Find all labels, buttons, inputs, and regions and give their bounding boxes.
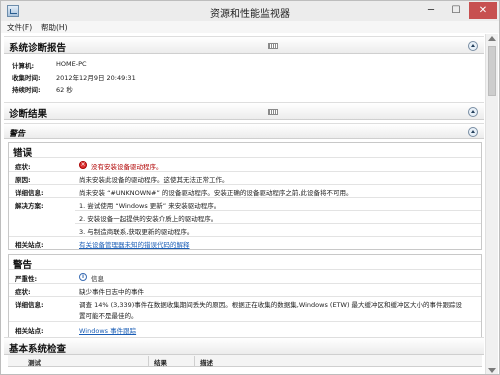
results-title: 诊断结果 — [9, 109, 48, 120]
duration-label: 持续时间: — [12, 86, 41, 94]
scroll-down-icon[interactable] — [488, 368, 496, 373]
warning-box: 警告 严重性: i 信息 症状: 缺少事件日志中的事件 详细信息: 调查 14%… — [8, 254, 482, 346]
column-test[interactable]: 测试 — [28, 357, 41, 367]
scroll-up-icon[interactable] — [488, 36, 496, 41]
menu-file[interactable]: 文件(F) — [7, 22, 32, 33]
divider — [9, 321, 481, 322]
resolution-label: 解决方案: — [15, 202, 44, 210]
divider — [9, 283, 481, 284]
divider — [9, 236, 481, 237]
resolution-step-2: 2. 安装设备一起提供的安装介质上的驱动程序。 — [79, 215, 218, 223]
report-header[interactable]: 系统诊断报告 — [4, 36, 484, 54]
related-link[interactable]: Windows 事件跟踪 — [79, 325, 136, 335]
cause-value: 尚未安装此设备的驱动程序。这使其无法正常工作。 — [79, 176, 229, 184]
computer-value: HOME-PC — [56, 60, 87, 68]
column-divider — [148, 356, 149, 366]
maximize-button[interactable]: ☐ — [444, 2, 468, 19]
basic-checks-header[interactable]: 基本系统检查 — [4, 337, 484, 355]
collapse-icon[interactable] — [468, 127, 478, 137]
details-value-line1: 调查 14% (3,339)事件在数据收集期间丢失的原因。根据正在收集的数据集,… — [79, 301, 463, 309]
column-description[interactable]: 描述 — [200, 357, 213, 367]
symptom-label: 症状: — [15, 163, 31, 171]
details-value-line2: 置可能不是最佳的。 — [79, 312, 138, 320]
severity-value: 信息 — [91, 275, 104, 283]
grip-icon — [268, 109, 278, 115]
collapse-icon[interactable] — [468, 107, 478, 117]
cause-label: 原因: — [15, 176, 31, 184]
report-content: 系统诊断报告 计算机: HOME-PC 收集时间: 2012年12月9日 20:… — [4, 34, 484, 374]
details-label: 详细信息: — [15, 189, 44, 197]
resource-monitor-window: 资源和性能监视器 ─ ☐ ✕ 文件(F) 帮助(H) 系统诊断报告 计算机: H… — [0, 0, 500, 375]
related-label: 相关站点: — [15, 327, 44, 335]
basic-checks-table-header: 测试 结果 描述 — [8, 355, 482, 367]
minimize-button[interactable]: ─ — [419, 2, 443, 19]
divider — [9, 184, 481, 185]
scroll-thumb[interactable] — [488, 46, 496, 96]
divider — [9, 197, 481, 198]
vertical-scrollbar[interactable] — [485, 34, 498, 374]
divider — [75, 210, 481, 211]
report-title: 系统诊断报告 — [9, 43, 67, 54]
warnings-subheader[interactable]: 警告 — [4, 123, 484, 139]
error-icon: × — [79, 161, 87, 169]
collect-time-value: 2012年12月9日 20:49:31 — [56, 74, 136, 82]
related-label: 相关站点: — [15, 241, 44, 249]
computer-label: 计算机: — [12, 62, 35, 70]
basic-checks-title: 基本系统检查 — [9, 344, 67, 355]
resolution-step-1: 1. 尝试使用 “Windows 更新” 来安装驱动程序。 — [79, 202, 221, 210]
divider — [9, 157, 481, 158]
divider — [9, 269, 481, 270]
duration-value: 62 秒 — [56, 86, 73, 94]
menu-bar: 文件(F) 帮助(H) — [1, 21, 499, 33]
details-value: 尚未安装 “#UNKNOWN#” 的设备驱动程序。安装正确的设备驱动程序之前,此… — [79, 189, 353, 197]
symptom-value: 缺少事件日志中的事件 — [79, 288, 144, 296]
title-bar[interactable]: 资源和性能监视器 ─ ☐ ✕ — [1, 1, 499, 21]
details-label: 详细信息: — [15, 301, 44, 309]
close-button[interactable]: ✕ — [469, 2, 497, 19]
collect-time-label: 收集时间: — [12, 74, 41, 82]
warnings-subtitle: 警告 — [9, 129, 25, 138]
divider — [75, 223, 481, 224]
severity-label: 严重性: — [15, 275, 38, 283]
column-divider — [194, 356, 195, 366]
symptom-label: 症状: — [15, 288, 31, 296]
symptom-value: 没有安装设备驱动程序。 — [91, 163, 163, 171]
menu-help[interactable]: 帮助(H) — [41, 22, 68, 33]
grip-icon — [268, 43, 278, 49]
divider — [9, 171, 481, 172]
info-icon: i — [79, 273, 87, 281]
error-box: 错误 症状: × 没有安装设备驱动程序。 原因: 尚未安装此设备的驱动程序。这使… — [8, 142, 482, 250]
related-link[interactable]: 有关设备管理器未知的错误代码的解释 — [79, 239, 190, 249]
column-result[interactable]: 结果 — [154, 357, 167, 367]
divider — [9, 296, 481, 297]
collapse-icon[interactable] — [468, 41, 478, 51]
resolution-step-3: 3. 与制造商联系,获取更新的驱动程序。 — [79, 228, 194, 236]
results-header[interactable]: 诊断结果 — [4, 102, 484, 120]
